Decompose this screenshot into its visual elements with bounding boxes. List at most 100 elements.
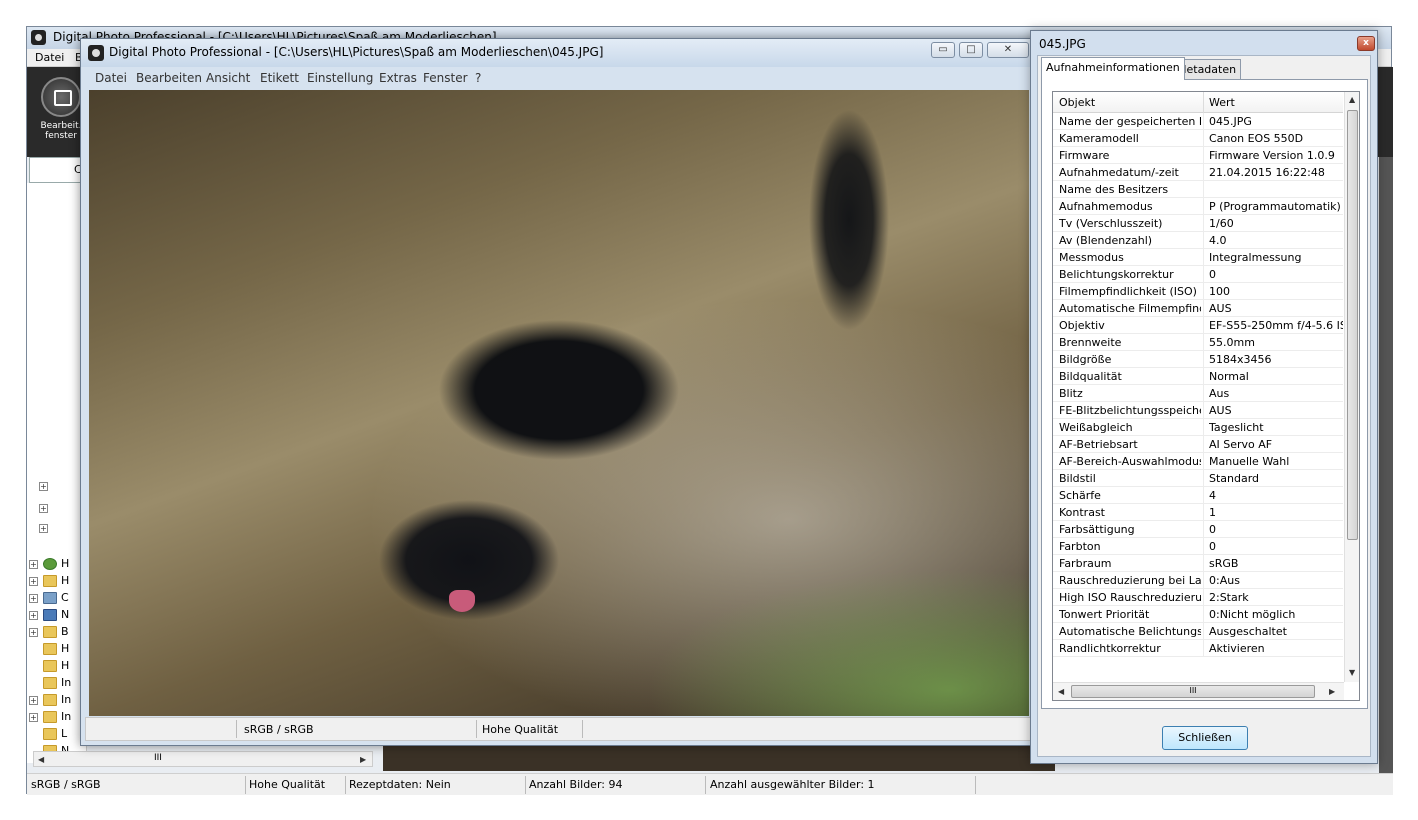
scroll-left-icon[interactable]: ◀ — [1058, 687, 1064, 696]
row-object: Messmodus — [1059, 251, 1124, 264]
schliessen-button[interactable]: Schließen — [1162, 726, 1248, 750]
tree-item[interactable]: In — [29, 676, 79, 692]
scroll-thumb[interactable] — [1347, 110, 1358, 540]
table-row[interactable]: Bildstil Standard — [1053, 470, 1343, 487]
expand-icon[interactable]: + — [29, 577, 38, 586]
table-row[interactable]: Firmware Firmware Version 1.0.9 — [1053, 147, 1343, 164]
table-row[interactable]: Automatische Belichtungso... Ausgeschalte… — [1053, 623, 1343, 640]
tree-item[interactable]: + H — [29, 574, 79, 590]
table-row[interactable]: Blitz Aus — [1053, 385, 1343, 402]
table-row[interactable]: FE-Blitzbelichtungsspeicher... AUS — [1053, 402, 1343, 419]
tab-aufnahmeinformationen[interactable]: Aufnahmeinformationen — [1041, 57, 1185, 80]
table-row[interactable]: Name der gespeicherten D... 045.JPG — [1053, 113, 1343, 130]
minimize-button[interactable]: ▭ — [931, 42, 955, 58]
dialog-close-icon[interactable]: x — [1357, 36, 1375, 51]
table-vertical-scrollbar[interactable]: ▲ ▼ — [1344, 92, 1359, 682]
table-row[interactable]: Farbsättigung 0 — [1053, 521, 1343, 538]
row-value: 0 — [1209, 268, 1216, 281]
camera-app-icon — [88, 45, 104, 61]
expand-icon[interactable]: + — [29, 696, 38, 705]
row-object: Belichtungskorrektur — [1059, 268, 1174, 281]
table-row[interactable]: Filmempfindlichkeit (ISO) 100 — [1053, 283, 1343, 300]
folder-icon — [43, 694, 57, 706]
table-row[interactable]: Name des Besitzers — [1053, 181, 1343, 198]
table-row[interactable]: Tv (Verschlusszeit) 1/60 — [1053, 215, 1343, 232]
table-row[interactable]: Bildgröße 5184x3456 — [1053, 351, 1343, 368]
dialog-title-bar[interactable]: 045.JPG x — [1031, 31, 1377, 55]
menu-etikett[interactable]: Etikett — [260, 71, 299, 85]
table-row[interactable]: Kameramodell Canon EOS 550D — [1053, 130, 1343, 147]
tree-item[interactable]: + In — [29, 710, 79, 726]
expand-icon[interactable]: + — [39, 524, 48, 533]
tree-item[interactable]: + In — [29, 693, 79, 709]
table-row[interactable]: Randlichtkorrektur Aktivieren — [1053, 640, 1343, 657]
menu-bearbeiten[interactable]: Bearbeiten — [136, 71, 202, 85]
tree-item[interactable]: + B — [29, 625, 79, 641]
tree-item[interactable]: + C — [29, 591, 79, 607]
row-value: sRGB — [1209, 557, 1239, 570]
row-object: Kontrast — [1059, 506, 1105, 519]
folder-tab[interactable]: C — [29, 157, 85, 183]
menu-fenster[interactable]: Fenster — [423, 71, 468, 85]
table-row[interactable]: Av (Blendenzahl) 4.0 — [1053, 232, 1343, 249]
table-row[interactable]: Schärfe 4 — [1053, 487, 1343, 504]
row-object: Bildstil — [1059, 472, 1096, 485]
expand-icon[interactable]: + — [29, 628, 38, 637]
row-value: Standard — [1209, 472, 1260, 485]
table-row[interactable]: Automatische Filmempfindli... AUS — [1053, 300, 1343, 317]
table-row[interactable]: Aufnahmedatum/-zeit 21.04.2015 16:22:48 — [1053, 164, 1343, 181]
scroll-right-icon[interactable]: ▶ — [1329, 687, 1335, 696]
scroll-left-icon[interactable]: ◀ — [38, 755, 44, 764]
menu-datei[interactable]: Datei — [95, 71, 127, 85]
scroll-up-icon[interactable]: ▲ — [1349, 95, 1355, 104]
expand-icon[interactable]: + — [39, 504, 48, 513]
table-row[interactable]: High ISO Rauschreduzierung 2:Stark — [1053, 589, 1343, 606]
tree-horizontal-scrollbar[interactable]: ◀ III ▶ — [33, 751, 373, 767]
tree-item[interactable]: + N — [29, 608, 79, 624]
table-row[interactable]: Weißabgleich Tageslicht — [1053, 419, 1343, 436]
tree-item[interactable]: L — [29, 727, 79, 743]
viewer-title-bar[interactable]: Digital Photo Professional - [C:\Users\H… — [81, 39, 1035, 67]
table-row[interactable]: Farbton 0 — [1053, 538, 1343, 555]
expand-icon[interactable]: + — [29, 560, 38, 569]
maximize-button[interactable]: □ — [959, 42, 983, 58]
tree-label: H — [61, 574, 70, 587]
table-row[interactable]: Bildqualität Normal — [1053, 368, 1343, 385]
table-row[interactable]: AF-Betriebsart AI Servo AF — [1053, 436, 1343, 453]
tree-item[interactable]: H — [29, 642, 79, 658]
menu-extras[interactable]: Extras — [379, 71, 417, 85]
table-row[interactable]: Belichtungskorrektur 0 — [1053, 266, 1343, 283]
table-row[interactable]: Tonwert Priorität 0:Nicht möglich — [1053, 606, 1343, 623]
thumbnail-strip[interactable] — [383, 745, 1055, 771]
table-row[interactable]: Brennweite 55.0mm — [1053, 334, 1343, 351]
table-row[interactable]: Messmodus Integralmessung — [1053, 249, 1343, 266]
expand-icon[interactable]: + — [29, 713, 38, 722]
scroll-right-icon[interactable]: ▶ — [360, 755, 366, 764]
table-horizontal-scrollbar[interactable]: ◀ III ▶ — [1053, 682, 1344, 700]
info-table[interactable]: Objekt Wert Name der gespeicherten D... 0… — [1052, 91, 1360, 701]
table-row[interactable]: Aufnahmemodus P (Programmautomatik) — [1053, 198, 1343, 215]
menu-help[interactable]: ? — [475, 71, 481, 85]
dialog-body: Aufnahmeinformationen Metadaten Objekt W… — [1037, 55, 1371, 757]
tree-item[interactable]: H — [29, 659, 79, 675]
tree-item[interactable]: + H — [29, 557, 79, 573]
menu-ansicht[interactable]: Ansicht — [206, 71, 250, 85]
table-row[interactable]: Farbraum sRGB — [1053, 555, 1343, 572]
photo-canvas[interactable] — [89, 90, 1029, 716]
scroll-grip[interactable]: III — [154, 753, 162, 763]
table-row[interactable]: AF-Bereich-Auswahlmodus Manuelle Wahl — [1053, 453, 1343, 470]
scroll-thumb[interactable]: III — [1071, 685, 1315, 698]
expand-icon[interactable]: + — [29, 594, 38, 603]
image-viewer-window: Digital Photo Professional - [C:\Users\H… — [80, 38, 1036, 746]
table-row[interactable]: Kontrast 1 — [1053, 504, 1343, 521]
expand-icon[interactable]: + — [29, 611, 38, 620]
main-menu-datei[interactable]: Datei — [35, 51, 64, 64]
table-row[interactable]: Objektiv EF-S55-250mm f/4-5.6 IS II — [1053, 317, 1343, 334]
expand-icon[interactable]: + — [39, 482, 48, 491]
column-header-wert[interactable]: Wert — [1209, 96, 1235, 109]
close-window-button[interactable]: ✕ — [987, 42, 1029, 58]
menu-einstellung[interactable]: Einstellung — [307, 71, 373, 85]
column-header-objekt[interactable]: Objekt — [1059, 96, 1095, 109]
scroll-down-icon[interactable]: ▼ — [1349, 668, 1355, 677]
table-row[interactable]: Rauschreduzierung bei Lan... 0:Aus — [1053, 572, 1343, 589]
